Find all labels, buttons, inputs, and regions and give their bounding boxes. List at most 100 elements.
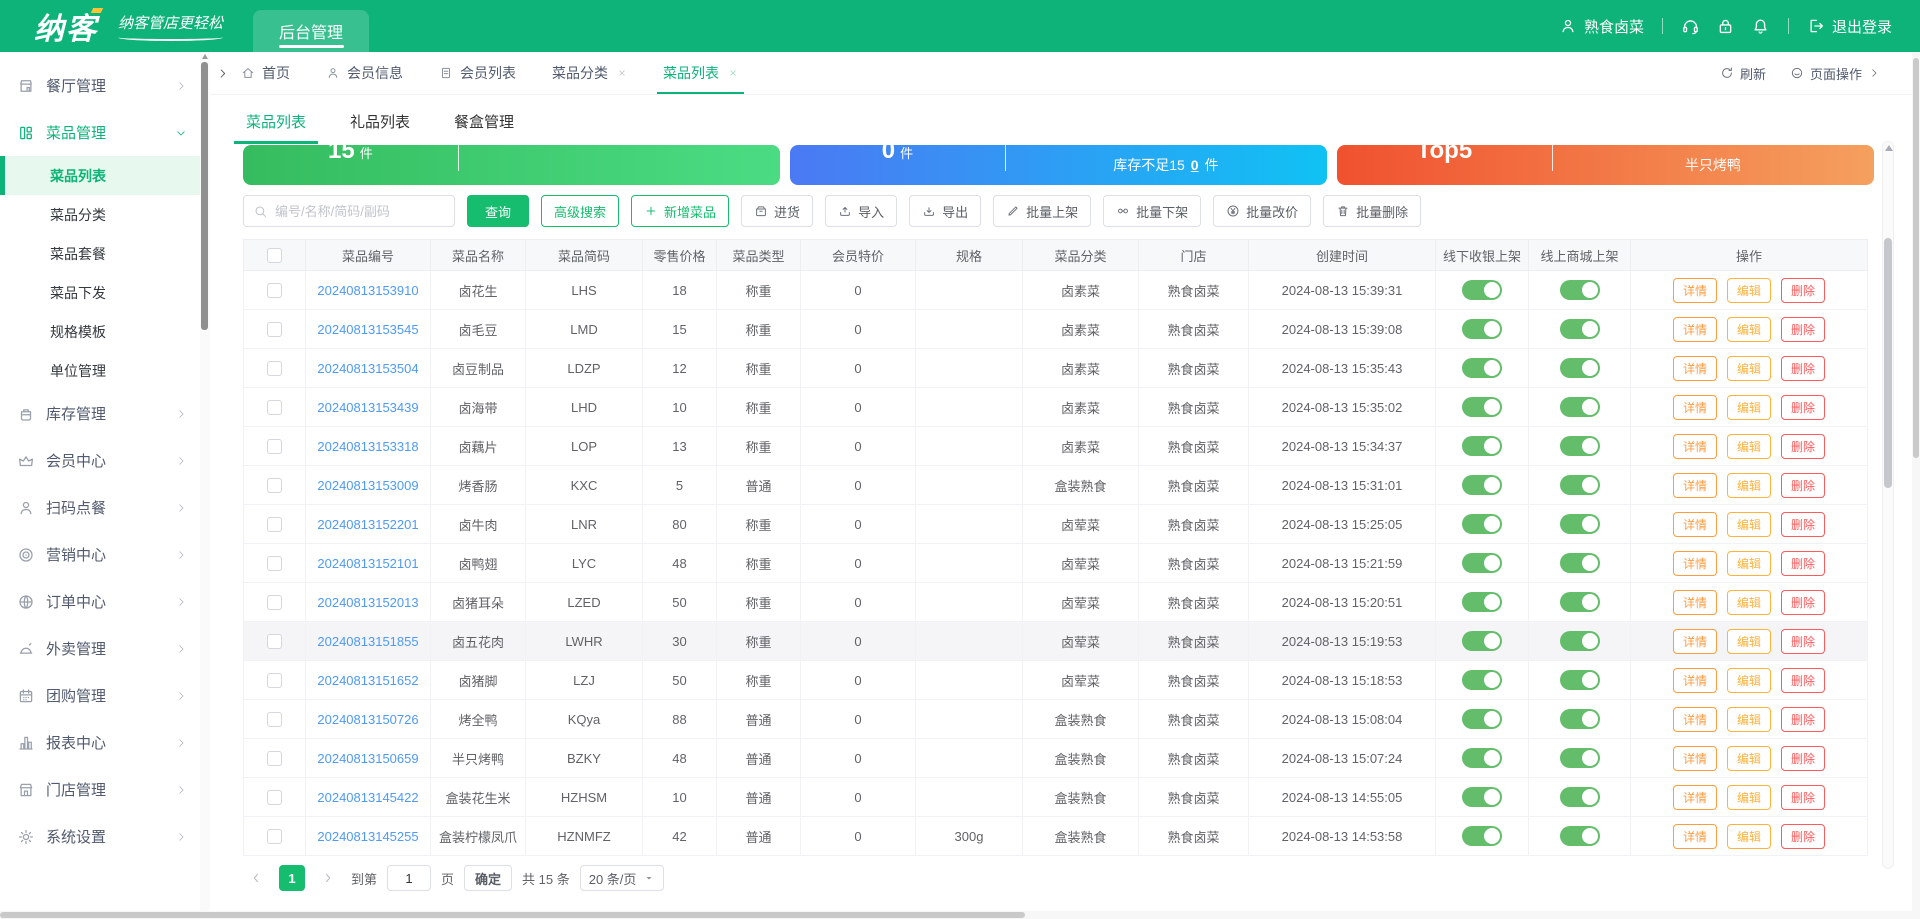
page-scrollbar-thumb[interactable]	[1913, 58, 1919, 458]
edit-button[interactable]: 编辑	[1727, 551, 1771, 576]
pos-onshelf-toggle[interactable]	[1462, 826, 1502, 846]
delete-button[interactable]: 删除	[1781, 473, 1825, 498]
sidebar-item-takeout-mgmt[interactable]: 外卖管理	[0, 625, 200, 672]
notification-button[interactable]	[1751, 17, 1770, 36]
dish-id-link[interactable]: 20240813145255	[317, 829, 418, 844]
next-page-button[interactable]	[315, 865, 341, 891]
edit-button[interactable]: 编辑	[1727, 629, 1771, 654]
delete-button[interactable]: 删除	[1781, 356, 1825, 381]
mall-onshelf-toggle[interactable]	[1560, 436, 1600, 456]
table-scroll-up-icon[interactable]	[1885, 145, 1893, 151]
mall-onshelf-toggle[interactable]	[1560, 787, 1600, 807]
dish-id-link[interactable]: 20240813151855	[317, 634, 418, 649]
sidebar-item-dish-dispatch[interactable]: 菜品下发	[0, 273, 200, 312]
edit-button[interactable]: 编辑	[1727, 824, 1771, 849]
import-button[interactable]: 导入	[825, 195, 897, 227]
dish-id-link[interactable]: 20240813145422	[317, 790, 418, 805]
pos-onshelf-toggle[interactable]	[1462, 436, 1502, 456]
close-tab-button[interactable]	[617, 68, 627, 78]
pos-onshelf-toggle[interactable]	[1462, 358, 1502, 378]
sidebar-item-report-center[interactable]: 报表中心	[0, 719, 200, 766]
detail-button[interactable]: 详情	[1673, 785, 1717, 810]
support-button[interactable]	[1681, 17, 1700, 36]
edit-button[interactable]: 编辑	[1727, 512, 1771, 537]
detail-button[interactable]: 详情	[1673, 668, 1717, 693]
pos-onshelf-toggle[interactable]	[1462, 592, 1502, 612]
dish-total-card[interactable]: 15件	[243, 145, 780, 185]
search-input[interactable]	[275, 204, 445, 219]
batch-onshelf-button[interactable]: 批量上架	[993, 195, 1091, 227]
dish-id-link[interactable]: 20240813152013	[317, 595, 418, 610]
detail-button[interactable]: 详情	[1673, 434, 1717, 459]
advanced-search-button[interactable]: 高级搜索	[541, 195, 619, 227]
delete-button[interactable]: 删除	[1781, 395, 1825, 420]
sidebar-item-inventory-mgmt[interactable]: 库存管理	[0, 390, 200, 437]
delete-button[interactable]: 删除	[1781, 629, 1825, 654]
stock-warning-card[interactable]: 0件库存不足150件	[790, 145, 1327, 185]
tab-home[interactable]: 首页	[241, 52, 290, 94]
edit-button[interactable]: 编辑	[1727, 356, 1771, 381]
prev-page-button[interactable]	[243, 865, 269, 891]
edit-button[interactable]: 编辑	[1727, 590, 1771, 615]
sidebar-item-dish-category[interactable]: 菜品分类	[0, 195, 200, 234]
row-checkbox[interactable]	[267, 322, 282, 337]
pos-onshelf-toggle[interactable]	[1462, 670, 1502, 690]
mall-onshelf-toggle[interactable]	[1560, 709, 1600, 729]
dish-id-link[interactable]: 20240813153545	[317, 322, 418, 337]
pos-onshelf-toggle[interactable]	[1462, 319, 1502, 339]
pos-onshelf-toggle[interactable]	[1462, 631, 1502, 651]
detail-button[interactable]: 详情	[1673, 512, 1717, 537]
dish-id-link[interactable]: 20240813153910	[317, 283, 418, 298]
batch-price-button[interactable]: 批量改价	[1213, 195, 1311, 227]
detail-button[interactable]: 详情	[1673, 278, 1717, 303]
delete-button[interactable]: 删除	[1781, 317, 1825, 342]
current-user[interactable]: 熟食卤菜	[1559, 16, 1644, 37]
pos-onshelf-toggle[interactable]	[1462, 397, 1502, 417]
detail-button[interactable]: 详情	[1673, 746, 1717, 771]
export-button[interactable]: 导出	[909, 195, 981, 227]
add-dish-button[interactable]: 新增菜品	[631, 195, 729, 227]
pos-onshelf-toggle[interactable]	[1462, 553, 1502, 573]
mall-onshelf-toggle[interactable]	[1560, 631, 1600, 651]
edit-button[interactable]: 编辑	[1727, 278, 1771, 303]
jump-confirm-button[interactable]: 确定	[464, 865, 512, 891]
sidebar-scrollbar-thumb[interactable]	[201, 62, 208, 330]
scroll-up-arrow-icon[interactable]	[202, 54, 208, 59]
delete-button[interactable]: 删除	[1781, 512, 1825, 537]
mall-onshelf-toggle[interactable]	[1560, 748, 1600, 768]
mall-onshelf-toggle[interactable]	[1560, 592, 1600, 612]
delete-button[interactable]: 删除	[1781, 824, 1825, 849]
dish-id-link[interactable]: 20240813152101	[317, 556, 418, 571]
detail-button[interactable]: 详情	[1673, 629, 1717, 654]
row-checkbox[interactable]	[267, 712, 282, 727]
search-button[interactable]: 查询	[467, 195, 529, 227]
dish-id-link[interactable]: 20240813153009	[317, 478, 418, 493]
sidebar-item-order-center[interactable]: 订单中心	[0, 578, 200, 625]
lock-button[interactable]	[1716, 17, 1735, 36]
tab-dish-category[interactable]: 菜品分类	[552, 52, 627, 94]
detail-button[interactable]: 详情	[1673, 356, 1717, 381]
sidebar-item-marketing-center[interactable]: 营销中心	[0, 531, 200, 578]
pos-onshelf-toggle[interactable]	[1462, 475, 1502, 495]
tab-dish-list[interactable]: 菜品列表	[663, 52, 738, 94]
sidebar-item-dish-mgmt[interactable]: 菜品管理	[0, 109, 200, 156]
subtab-dish-list[interactable]: 菜品列表	[244, 103, 308, 144]
edit-button[interactable]: 编辑	[1727, 746, 1771, 771]
refresh-button[interactable]: 刷新	[1720, 64, 1766, 83]
row-checkbox[interactable]	[267, 751, 282, 766]
pos-onshelf-toggle[interactable]	[1462, 787, 1502, 807]
mall-onshelf-toggle[interactable]	[1560, 319, 1600, 339]
jump-page-input[interactable]	[387, 865, 431, 891]
dish-id-link[interactable]: 20240813150659	[317, 751, 418, 766]
sidebar-item-spec-template[interactable]: 规格模板	[0, 312, 200, 351]
subtab-gift-list[interactable]: 礼品列表	[348, 103, 412, 144]
edit-button[interactable]: 编辑	[1727, 785, 1771, 810]
mall-onshelf-toggle[interactable]	[1560, 475, 1600, 495]
row-checkbox[interactable]	[267, 361, 282, 376]
sidebar-item-restaurant-mgmt[interactable]: 餐厅管理	[0, 62, 200, 109]
dish-id-link[interactable]: 20240813153318	[317, 439, 418, 454]
mall-onshelf-toggle[interactable]	[1560, 280, 1600, 300]
detail-button[interactable]: 详情	[1673, 395, 1717, 420]
mall-onshelf-toggle[interactable]	[1560, 670, 1600, 690]
sidebar-collapse-button[interactable]	[216, 67, 229, 80]
